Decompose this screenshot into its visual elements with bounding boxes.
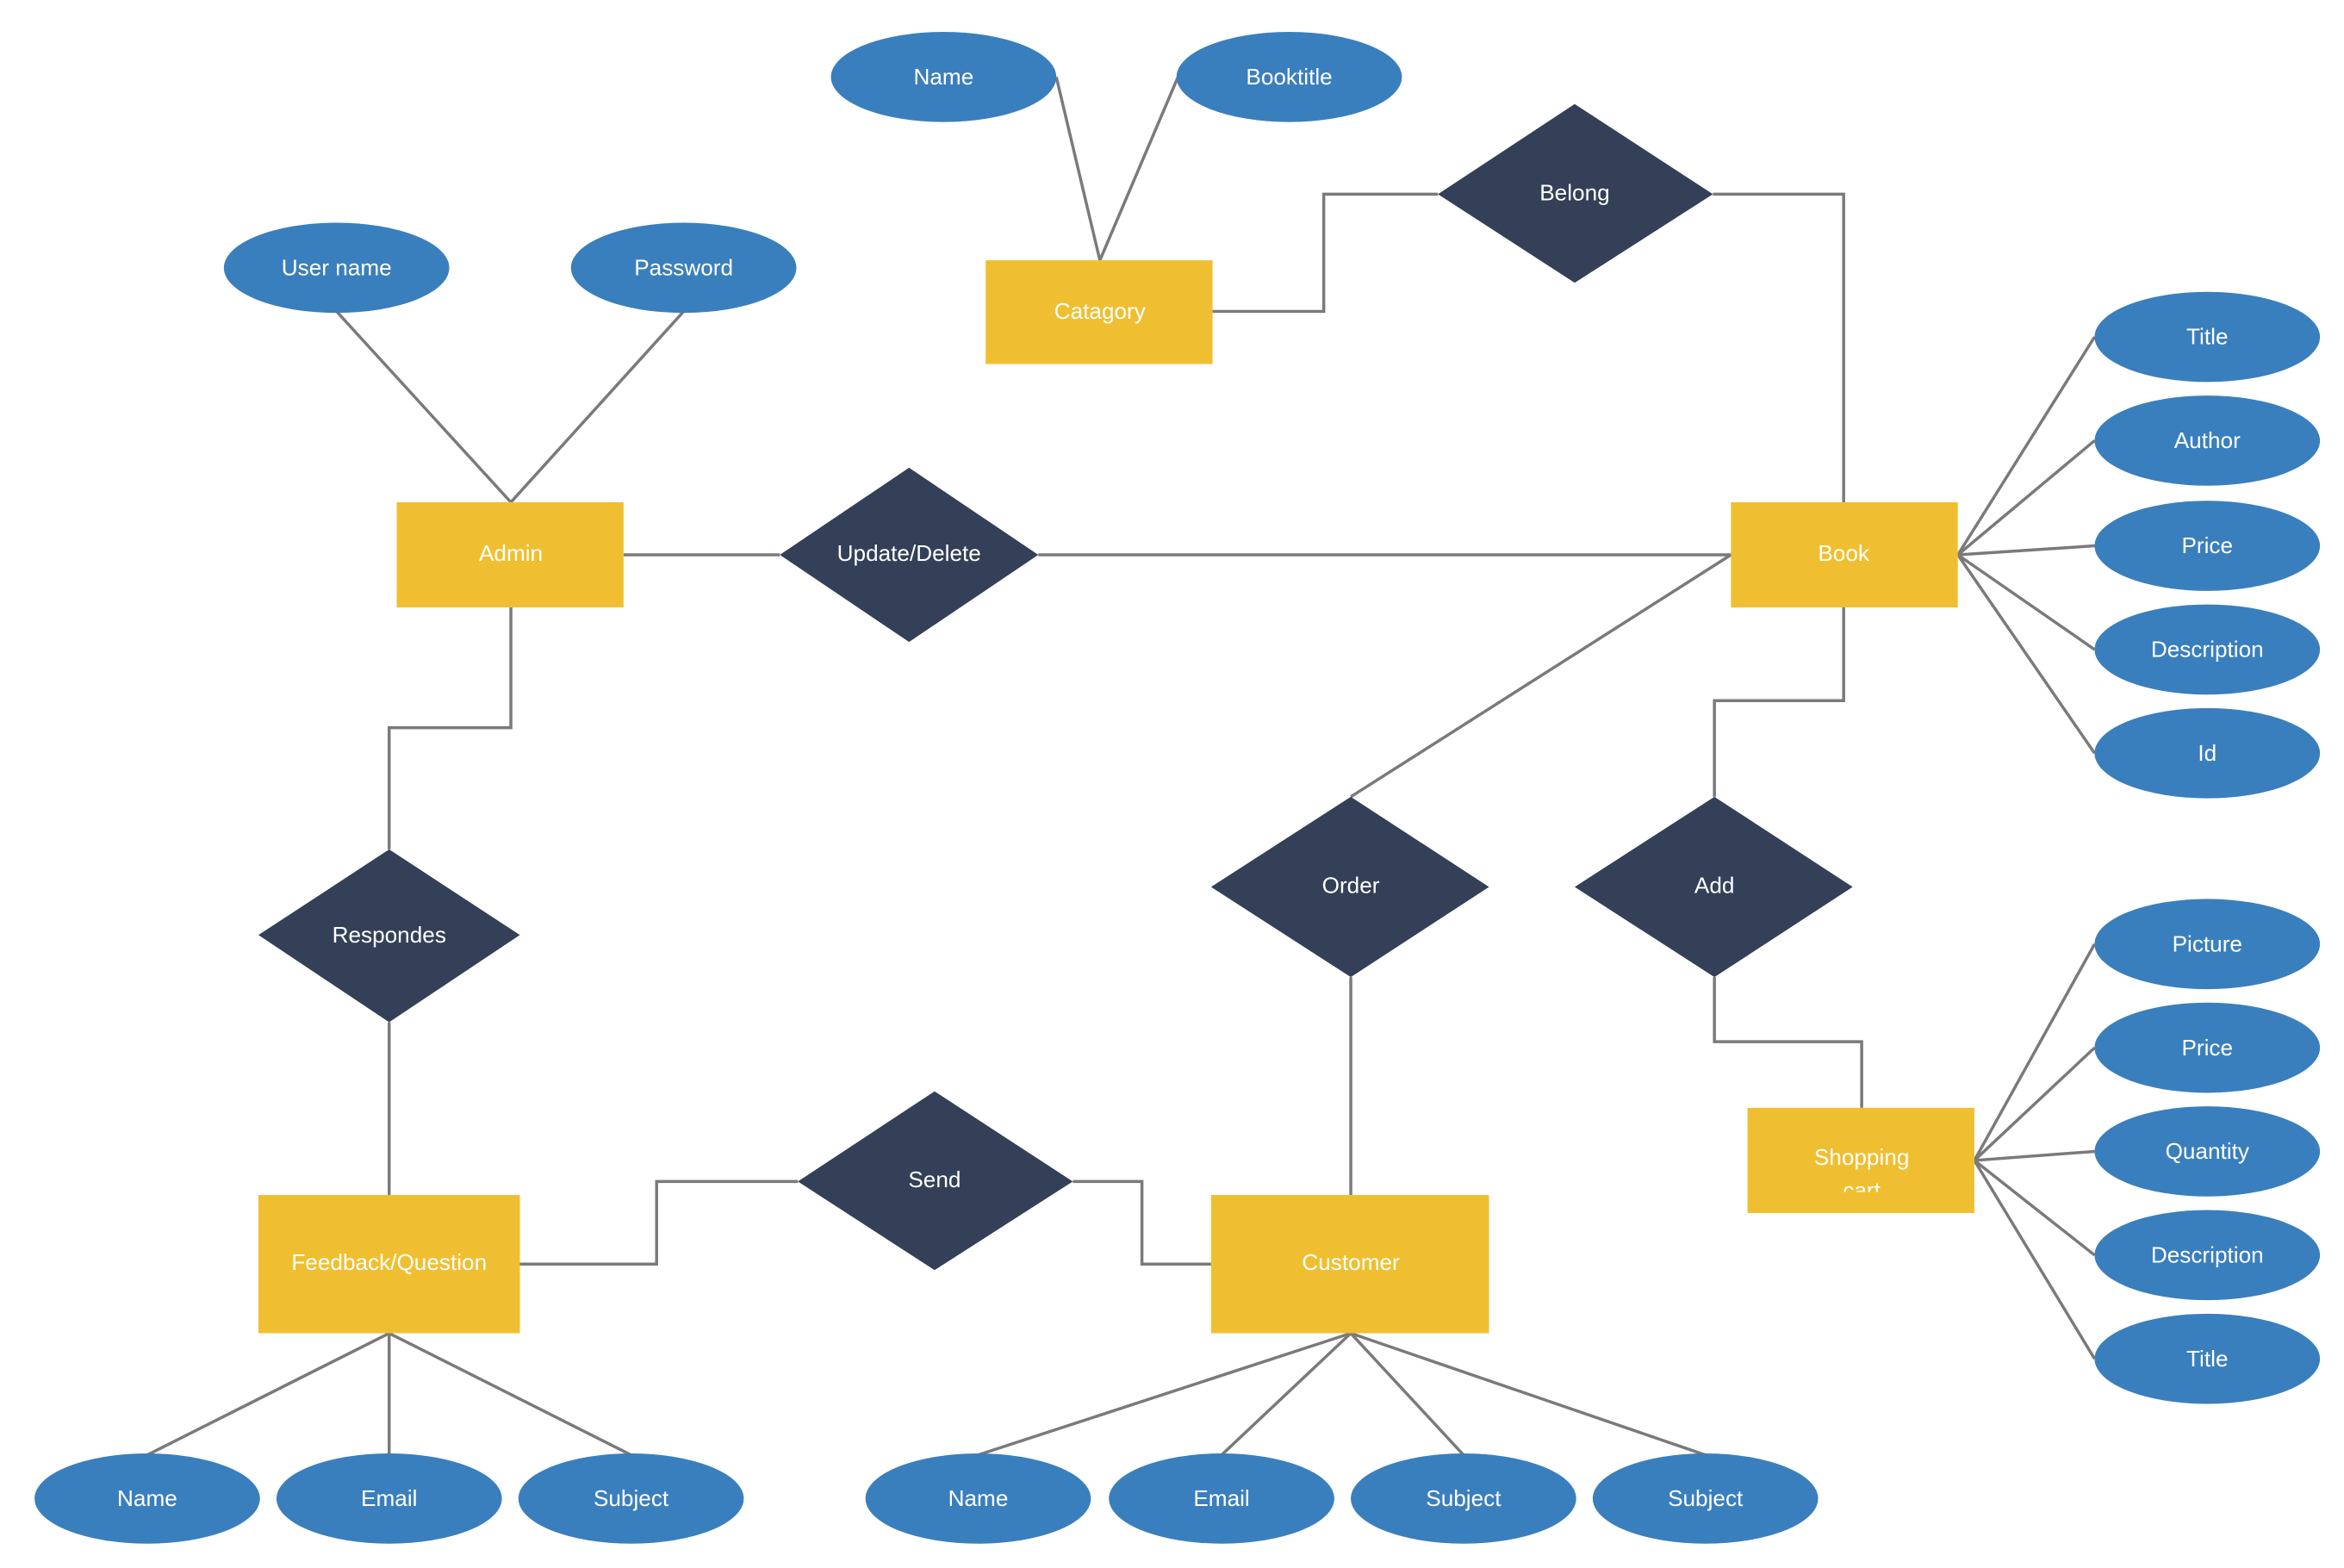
- svg-text:Email: Email: [361, 1485, 417, 1511]
- attribute-cart-quantity[interactable]: Quantity: [2094, 1106, 2321, 1197]
- connector-catagory-name: [1054, 76, 1102, 261]
- svg-text:Book: Book: [1818, 540, 1870, 566]
- entity-catagory[interactable]: Catagory: [985, 260, 1213, 364]
- connector-belong-book: [1713, 192, 1845, 502]
- connector-book-order: [1350, 553, 1732, 799]
- svg-text:Quantity: Quantity: [2166, 1138, 2250, 1164]
- connector-cart-price: [1973, 1046, 2096, 1162]
- connector-customer-email: [1220, 1332, 1352, 1457]
- svg-text:Subject: Subject: [1426, 1485, 1502, 1511]
- connector-book-description: [1956, 553, 2096, 651]
- connector-cart-quantity: [1974, 1149, 2095, 1162]
- connector-book-price: [1957, 544, 2095, 557]
- attribute-admin-password[interactable]: Password: [570, 222, 797, 314]
- attribute-book-description[interactable]: Description: [2094, 604, 2321, 695]
- svg-text:Booktitle: Booktitle: [1246, 64, 1332, 90]
- relationship-respondes[interactable]: Respondes: [258, 849, 520, 1023]
- svg-text:Price: Price: [2181, 532, 2233, 558]
- connector-admin-username: [335, 310, 513, 504]
- svg-text:Name: Name: [948, 1485, 1009, 1511]
- svg-text:Customer: Customer: [1302, 1249, 1400, 1275]
- attribute-cart-description[interactable]: Description: [2094, 1210, 2321, 1301]
- entity-admin[interactable]: Admin: [396, 501, 624, 608]
- svg-text:Title: Title: [2186, 324, 2228, 350]
- svg-text:Picture: Picture: [2173, 930, 2242, 956]
- attribute-customer-name[interactable]: Name: [865, 1453, 1091, 1544]
- connector-book-add: [1713, 607, 1845, 797]
- relationship-send[interactable]: Send: [798, 1091, 1073, 1271]
- svg-text:Subject: Subject: [1668, 1485, 1744, 1511]
- connector-feedback-name: [146, 1331, 390, 1457]
- svg-text:Name: Name: [117, 1485, 177, 1511]
- relationship-order[interactable]: Order: [1210, 796, 1489, 978]
- svg-text:Password: Password: [634, 255, 733, 281]
- svg-text:Admin: Admin: [479, 540, 543, 566]
- relationship-belong[interactable]: Belong: [1438, 103, 1713, 283]
- connector-admin-respondes: [388, 607, 513, 849]
- svg-text:Description: Description: [2151, 1241, 2264, 1267]
- attribute-customer-subject-2[interactable]: Subject: [1592, 1453, 1819, 1544]
- attribute-cart-picture[interactable]: Picture: [2094, 899, 2321, 990]
- svg-text:Description: Description: [2151, 637, 2264, 663]
- svg-text:Name: Name: [913, 64, 973, 90]
- attribute-feedback-subject[interactable]: Subject: [518, 1453, 744, 1544]
- svg-text:Price: Price: [2181, 1035, 2233, 1061]
- svg-text:User name: User name: [282, 255, 392, 281]
- connector-book-id: [1956, 554, 2096, 755]
- svg-text:Send: Send: [908, 1167, 961, 1192]
- svg-text:Catagory: Catagory: [1054, 298, 1147, 324]
- svg-text:Feedback/Question: Feedback/Question: [291, 1249, 487, 1275]
- svg-text:Email: Email: [1193, 1485, 1249, 1511]
- attribute-feedback-email[interactable]: Email: [276, 1453, 502, 1544]
- svg-text:Subject: Subject: [594, 1485, 669, 1511]
- entity-customer[interactable]: Customer: [1210, 1195, 1489, 1334]
- entity-shopping-cart[interactable]: Shopping cart: [1747, 1107, 1974, 1213]
- attribute-cart-title[interactable]: Title: [2094, 1313, 2321, 1404]
- svg-text:Add: Add: [1694, 872, 1735, 898]
- svg-text:Title: Title: [2186, 1346, 2228, 1372]
- connector-feedback-subject: [388, 1331, 632, 1457]
- er-diagram: User name Password Name Booktitle Title …: [34, 32, 2321, 1544]
- attribute-book-author[interactable]: Author: [2094, 395, 2321, 486]
- attribute-admin-username[interactable]: User name: [223, 222, 450, 314]
- attribute-catagory-booktitle[interactable]: Booktitle: [1176, 32, 1402, 122]
- attribute-customer-subject[interactable]: Subject: [1351, 1453, 1576, 1544]
- connector-book-title: [1956, 336, 2096, 556]
- entity-feedback-question[interactable]: Feedback/Question: [258, 1195, 520, 1334]
- relationship-update-delete[interactable]: Update/Delete: [780, 467, 1039, 643]
- attribute-catagory-name[interactable]: Name: [830, 32, 1057, 122]
- connector-admin-password: [509, 310, 685, 504]
- svg-text:Respondes: Respondes: [333, 922, 446, 948]
- connector-catagory-booktitle: [1098, 76, 1180, 261]
- svg-text:Update/Delete: Update/Delete: [837, 540, 981, 566]
- svg-text:Shopping: Shopping: [1814, 1144, 1910, 1170]
- svg-text:Order: Order: [1322, 872, 1380, 898]
- connector-cart-picture: [1973, 943, 2096, 1161]
- connector-catagory-belong: [1210, 192, 1439, 314]
- attribute-feedback-name[interactable]: Name: [34, 1453, 260, 1544]
- connector-add-cart: [1713, 977, 1863, 1108]
- connector-send-customer: [1073, 1179, 1211, 1266]
- connector-book-author: [1956, 439, 2096, 557]
- attribute-book-price[interactable]: Price: [2094, 501, 2321, 591]
- attribute-customer-email[interactable]: Email: [1109, 1453, 1334, 1544]
- attribute-book-id[interactable]: Id: [2094, 707, 2321, 799]
- entity-book[interactable]: Book: [1731, 501, 1958, 608]
- relationship-add[interactable]: Add: [1574, 796, 1853, 978]
- connector-cart-title: [1973, 1160, 2096, 1360]
- svg-text:Id: Id: [2198, 740, 2217, 766]
- connector-customer-subject-2: [1350, 1331, 1707, 1457]
- attribute-book-title[interactable]: Title: [2094, 291, 2321, 383]
- svg-text:Author: Author: [2174, 427, 2241, 453]
- svg-text:Belong: Belong: [1539, 179, 1609, 205]
- connector-feedback-send: [519, 1179, 799, 1266]
- connector-cart-description: [1973, 1159, 2096, 1257]
- connector-customer-name: [977, 1331, 1352, 1457]
- attribute-cart-price[interactable]: Price: [2094, 1002, 2321, 1093]
